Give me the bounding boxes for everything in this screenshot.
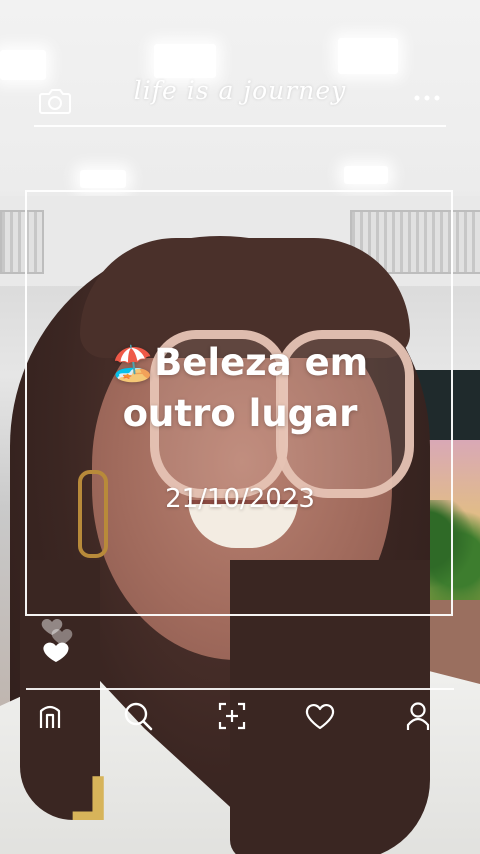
heart-icon <box>51 629 73 645</box>
nav-profile[interactable] <box>398 696 438 736</box>
bottom-nav <box>0 696 480 740</box>
nav-home[interactable] <box>30 696 70 736</box>
more-icon[interactable] <box>412 92 442 104</box>
headline: 🏖️Beleza em outro lugar <box>0 338 480 439</box>
headline-line-2: outro lugar <box>122 392 358 435</box>
ceiling-light <box>80 170 126 188</box>
ceiling-light <box>338 38 398 74</box>
divider <box>34 125 446 127</box>
nav-likes[interactable] <box>300 696 340 736</box>
home-icon <box>39 705 61 728</box>
heart-icon <box>305 703 335 730</box>
ceiling-light <box>344 166 388 184</box>
add-icon <box>218 702 246 730</box>
heart-icon <box>43 642 69 662</box>
profile-icon <box>406 702 430 730</box>
divider <box>26 688 454 690</box>
beach-umbrella-icon: 🏖️ <box>111 344 155 384</box>
necklace: ⅃ <box>70 765 109 835</box>
post-date: 21/10/2023 <box>165 484 315 514</box>
nav-add[interactable] <box>212 696 252 736</box>
headline-line-1: Beleza em <box>154 341 369 384</box>
reaction-hearts <box>41 619 73 662</box>
app-title: life is a journey <box>133 76 347 105</box>
top-bar: life is a journey <box>0 70 480 130</box>
screen: ⅃ life is a journey 🏖️Beleza em outro lu… <box>0 0 480 854</box>
nav-search[interactable] <box>118 696 158 736</box>
search-icon <box>124 702 153 731</box>
